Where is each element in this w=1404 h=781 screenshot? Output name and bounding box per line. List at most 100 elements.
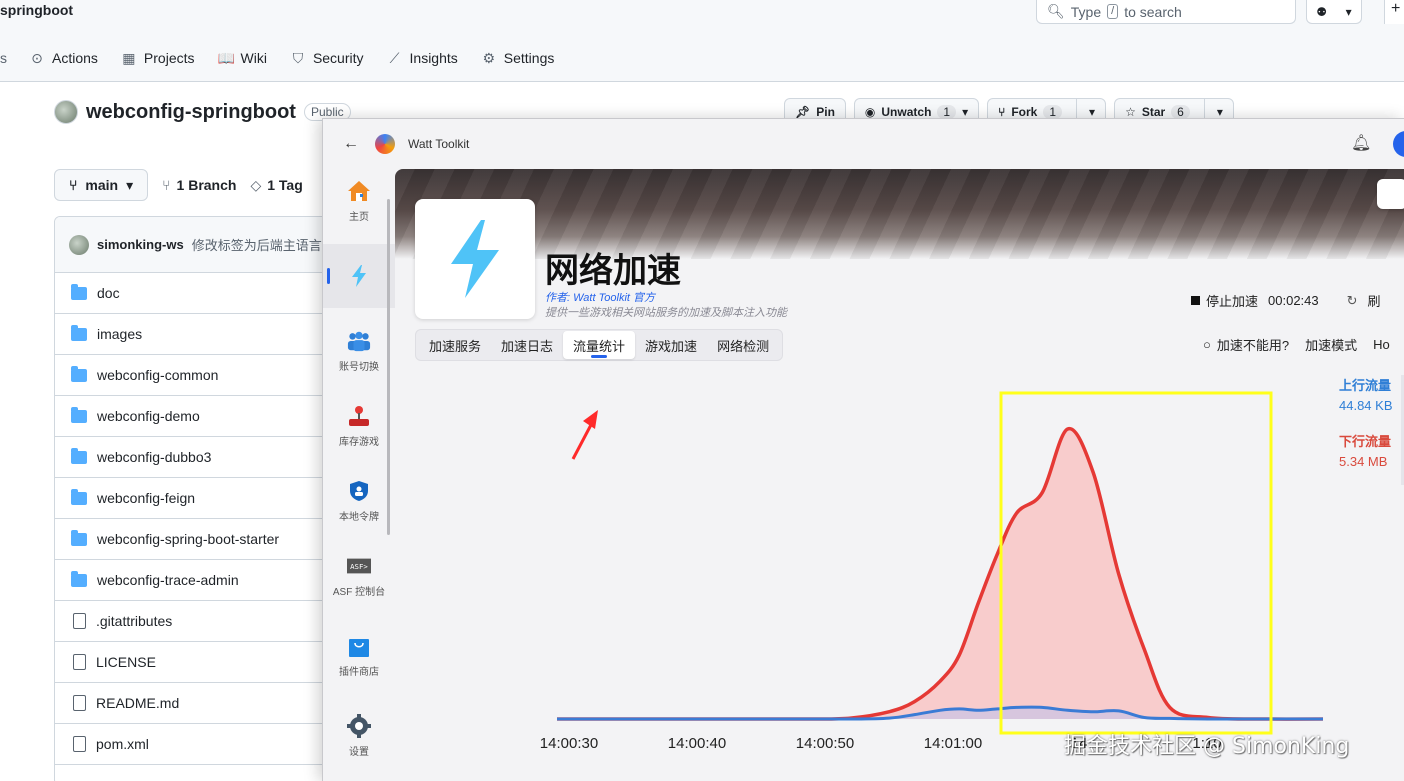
lightning-icon [347, 265, 371, 287]
repo-name[interactable]: webconfig-springboot [86, 101, 296, 124]
file-name[interactable]: .gitattributes [96, 613, 172, 629]
nav-item-insights[interactable]: ⟋ Insights [387, 50, 458, 67]
nav-item-settings[interactable]: ⚙ Settings [481, 49, 555, 67]
file-name[interactable]: webconfig-trace-admin [97, 572, 239, 588]
file-name[interactable]: images [97, 326, 142, 342]
x-tick-label: 14:00:30 [540, 735, 598, 752]
graph-icon: ⟋ [389, 49, 400, 66]
x-tick-label: 14:00:50 [796, 735, 854, 752]
table-row[interactable]: webconfig-feign [55, 478, 353, 519]
file-name[interactable]: webconfig-spring-boot-starter [97, 531, 279, 547]
annotation-arrow [571, 420, 595, 460]
table-row[interactable]: README.md [55, 683, 353, 724]
file-name[interactable]: webconfig-demo [97, 408, 200, 424]
repo-title-row: webconfig-springboot Public [54, 100, 351, 124]
sidebar-item-label: 设置 [349, 746, 369, 758]
fork-icon: ⑂ [998, 105, 1006, 119]
nav-item-label: Insights [409, 50, 458, 66]
file-name[interactable]: README.md [96, 695, 179, 711]
search-input[interactable]: 🔍︎ Type / to search [1036, 0, 1296, 24]
book-icon: 📖 [217, 49, 235, 66]
avatar[interactable] [54, 100, 78, 124]
folder-icon [71, 447, 87, 464]
file-icon [73, 654, 86, 670]
sidebar-item-label: ASF 控制台 [332, 586, 386, 598]
table-row[interactable]: webconfig-common [55, 355, 353, 396]
nav-overflow: s [0, 50, 7, 66]
nav-item-security[interactable]: ⛉ Security [290, 50, 364, 67]
table-row[interactable]: doc [55, 273, 353, 314]
avatar[interactable] [69, 234, 89, 255]
sidebar-item-1[interactable] [323, 244, 395, 308]
folder-icon [71, 529, 87, 546]
copilot-button[interactable]: ⚉ ▾ [1306, 0, 1362, 24]
nav-item-label: Security [312, 50, 364, 66]
table-row[interactable]: webconfig-trace-admin [55, 560, 353, 601]
tags-link[interactable]: ◇ 1 Tag [250, 177, 302, 194]
nav-item-label: Actions [52, 50, 98, 66]
title-bar: ← Watt Toolkit [323, 119, 1404, 169]
watch-count: 1 [937, 105, 957, 119]
repo-breadcrumb[interactable]: springboot [0, 2, 73, 18]
back-arrow-icon[interactable]: ← [343, 135, 363, 153]
file-name[interactable]: webconfig-common [97, 367, 218, 383]
file-name[interactable]: pom.xml [96, 736, 149, 752]
search-post-text: to search [1124, 3, 1182, 20]
sidebar-item-label: 库存游戏 [339, 436, 379, 448]
chevron-down-icon: ▾ [126, 176, 134, 193]
table-row[interactable]: webconfig-demo [55, 396, 353, 437]
file-icon [73, 736, 86, 752]
branches-link[interactable]: ⑂ 1 Branch [162, 177, 236, 193]
eye-icon: ◉ [864, 105, 876, 119]
plugin-content: 网络加速 作者: Watt Toolkit 官方 提供一些游戏相关网站服务的加速… [395, 169, 1404, 781]
tags-count: 1 Tag [267, 177, 303, 193]
commit-author[interactable]: simonking-ws [97, 237, 184, 252]
star-icon: ☆ [1125, 105, 1136, 119]
sidebar-item-6[interactable]: 插件商店 [323, 624, 395, 688]
sidebar-item-label: 插件商店 [339, 666, 379, 678]
sidebar-item-label: 账号切换 [339, 361, 379, 373]
table-row[interactable]: LICENSE [55, 642, 353, 683]
file-name[interactable]: doc [97, 285, 120, 301]
chevron-down-icon[interactable]: ▾ [962, 105, 968, 119]
sidebar-item-4[interactable]: 本地令牌 [323, 469, 395, 533]
nav-item-label: Settings [503, 50, 555, 66]
file-name[interactable]: LICENSE [96, 654, 156, 670]
table-row[interactable]: webconfig-dubbo3 [55, 437, 353, 478]
watermark: 掘金技术社区 @ SimonKing [1064, 734, 1350, 759]
table-row[interactable]: webconfig-spring-boot-starter [55, 519, 353, 560]
sidebar-item-0[interactable]: 主页 [323, 169, 395, 233]
accounts-icon [347, 330, 371, 352]
gear-icon: ⚙ [482, 49, 496, 66]
file-name[interactable]: webconfig-feign [97, 490, 195, 506]
sidebar-item-5[interactable]: ASF> ASF 控制台 [323, 544, 395, 608]
x-tick-label: 14:00:40 [668, 735, 726, 752]
nav-item-actions[interactable]: ⊙ Actions [29, 50, 98, 67]
create-new-button[interactable]: + [1384, 0, 1404, 24]
chevron-down-icon: ▾ [1345, 4, 1352, 19]
fork-label: Fork [1011, 105, 1038, 119]
branch-selector[interactable]: ⑂ main ▾ [54, 169, 149, 201]
branch-icon: ⑂ [162, 177, 171, 193]
sidebar-item-label: 本地令牌 [339, 511, 379, 523]
file-name[interactable]: webconfig-dubbo3 [97, 449, 211, 465]
sidebar-item-3[interactable]: 库存游戏 [323, 394, 395, 458]
branch-name: main [85, 177, 119, 193]
pin-label: Pin [816, 105, 835, 119]
table-row[interactable]: images [55, 314, 353, 355]
sidebar-item-7[interactable]: 设置 [323, 704, 395, 768]
store-bag-icon [347, 635, 371, 657]
folder-icon [71, 488, 87, 505]
nav-item-wiki[interactable]: 📖 Wiki [218, 50, 267, 67]
nav-item-projects[interactable]: ▦ Projects [121, 50, 194, 67]
table-row[interactable]: .gitattributes [55, 601, 353, 642]
asf-icon: ASF> [347, 555, 371, 577]
bell-icon[interactable]: 🔔︎ [1351, 133, 1371, 153]
home-icon [347, 180, 371, 202]
commit-message[interactable]: 修改标签为后端主语言 [192, 235, 322, 254]
table-row[interactable]: pom.xml [55, 724, 353, 765]
sidebar-scrollbar[interactable] [387, 199, 390, 535]
download-area [557, 428, 1323, 720]
folder-icon [71, 406, 87, 423]
sidebar-item-2[interactable]: 账号切换 [323, 319, 395, 383]
